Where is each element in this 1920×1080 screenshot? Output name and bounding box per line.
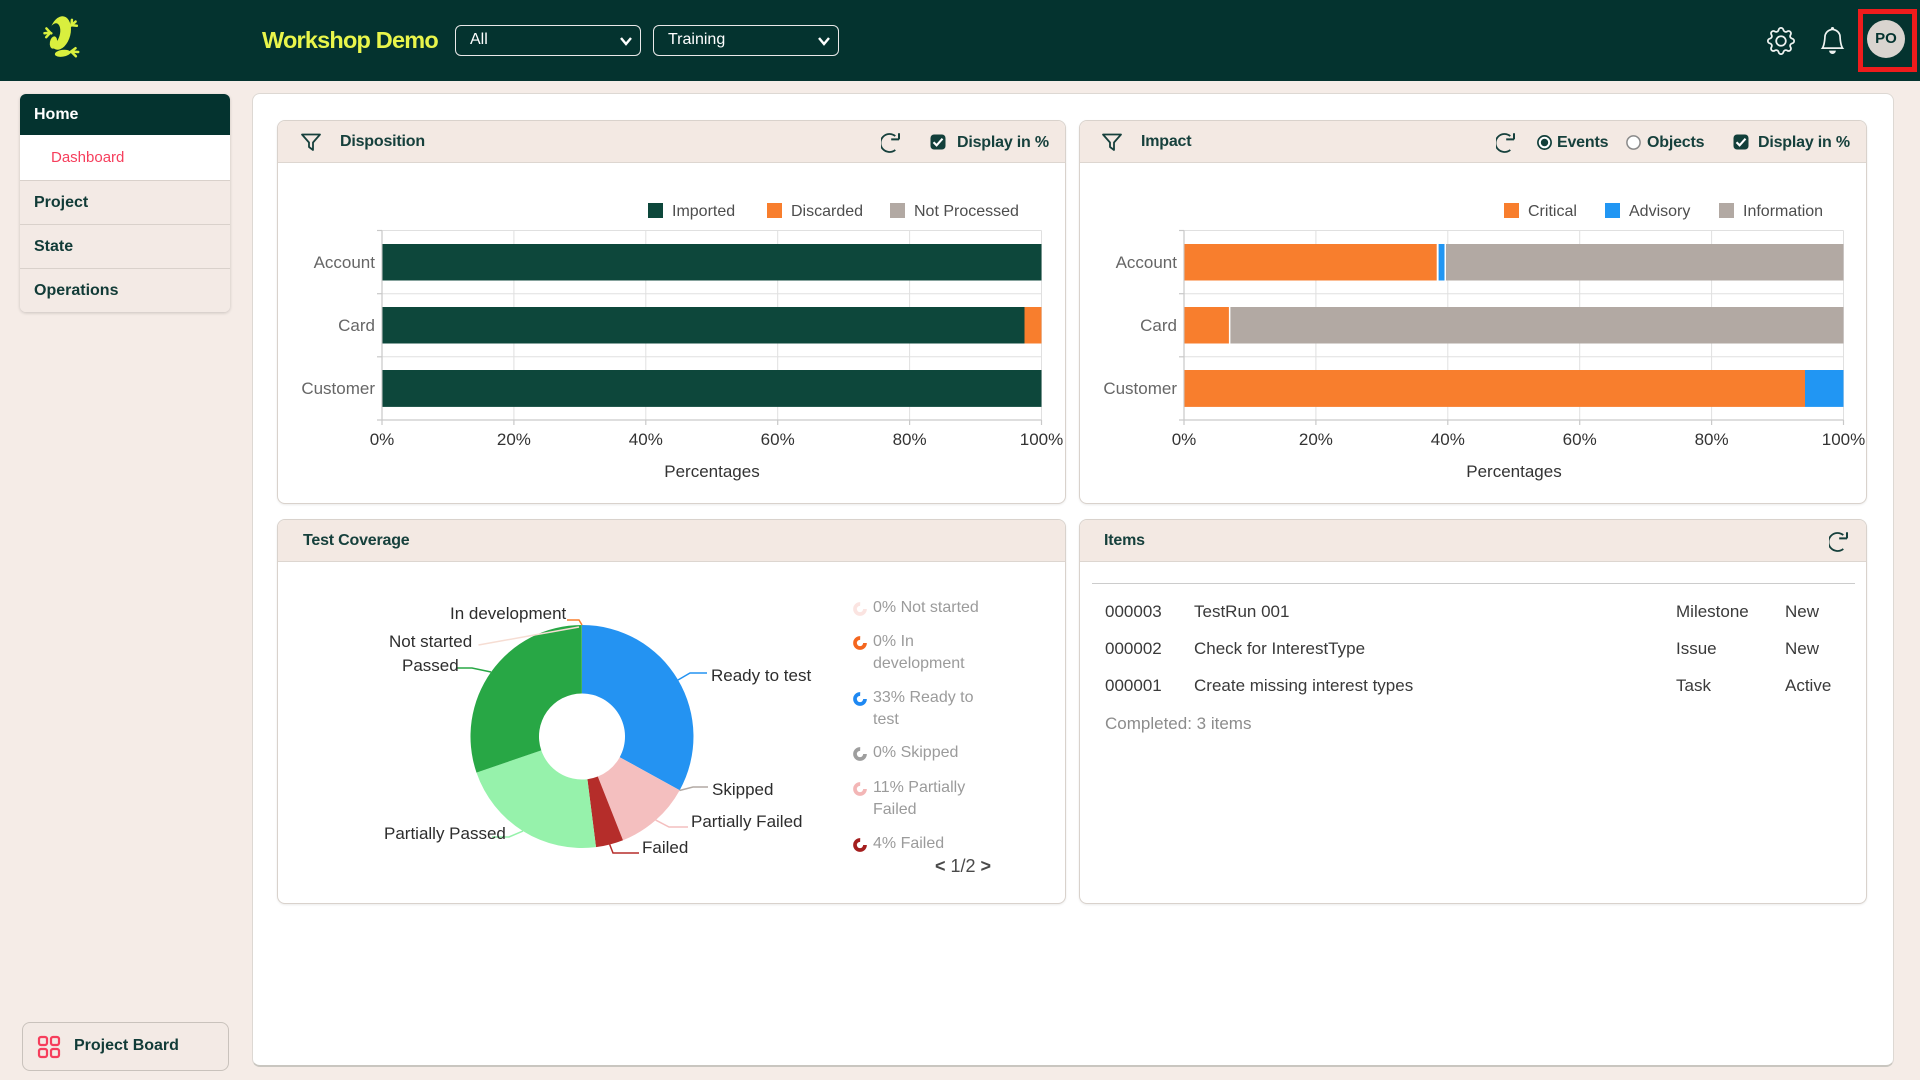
svg-text:Advisory: Advisory <box>1629 203 1690 220</box>
svg-text:0%: 0% <box>370 430 395 449</box>
svg-text:Percentages: Percentages <box>1466 462 1561 481</box>
svg-text:80%: 80% <box>893 430 927 449</box>
svg-text:80%: 80% <box>1695 430 1729 449</box>
svg-text:Account: Account <box>1116 253 1178 272</box>
svg-text:Card: Card <box>1140 316 1177 335</box>
svg-text:Account: Account <box>314 253 376 272</box>
svg-text:Percentages: Percentages <box>664 462 759 481</box>
svg-text:Card: Card <box>338 316 375 335</box>
svg-text:20%: 20% <box>1299 430 1333 449</box>
svg-text:Customer: Customer <box>301 379 375 398</box>
svg-text:40%: 40% <box>629 430 663 449</box>
svg-text:Information: Information <box>1743 203 1823 220</box>
svg-text:100%: 100% <box>1822 430 1865 449</box>
svg-text:Imported: Imported <box>672 203 735 220</box>
svg-text:Not Processed: Not Processed <box>914 203 1019 220</box>
svg-text:Discarded: Discarded <box>791 203 863 220</box>
svg-text:20%: 20% <box>497 430 531 449</box>
svg-text:Critical: Critical <box>1528 203 1577 220</box>
svg-text:60%: 60% <box>761 430 795 449</box>
svg-text:0%: 0% <box>1172 430 1197 449</box>
svg-text:60%: 60% <box>1563 430 1597 449</box>
svg-text:100%: 100% <box>1020 430 1063 449</box>
svg-text:Customer: Customer <box>1103 379 1177 398</box>
svg-text:40%: 40% <box>1431 430 1465 449</box>
